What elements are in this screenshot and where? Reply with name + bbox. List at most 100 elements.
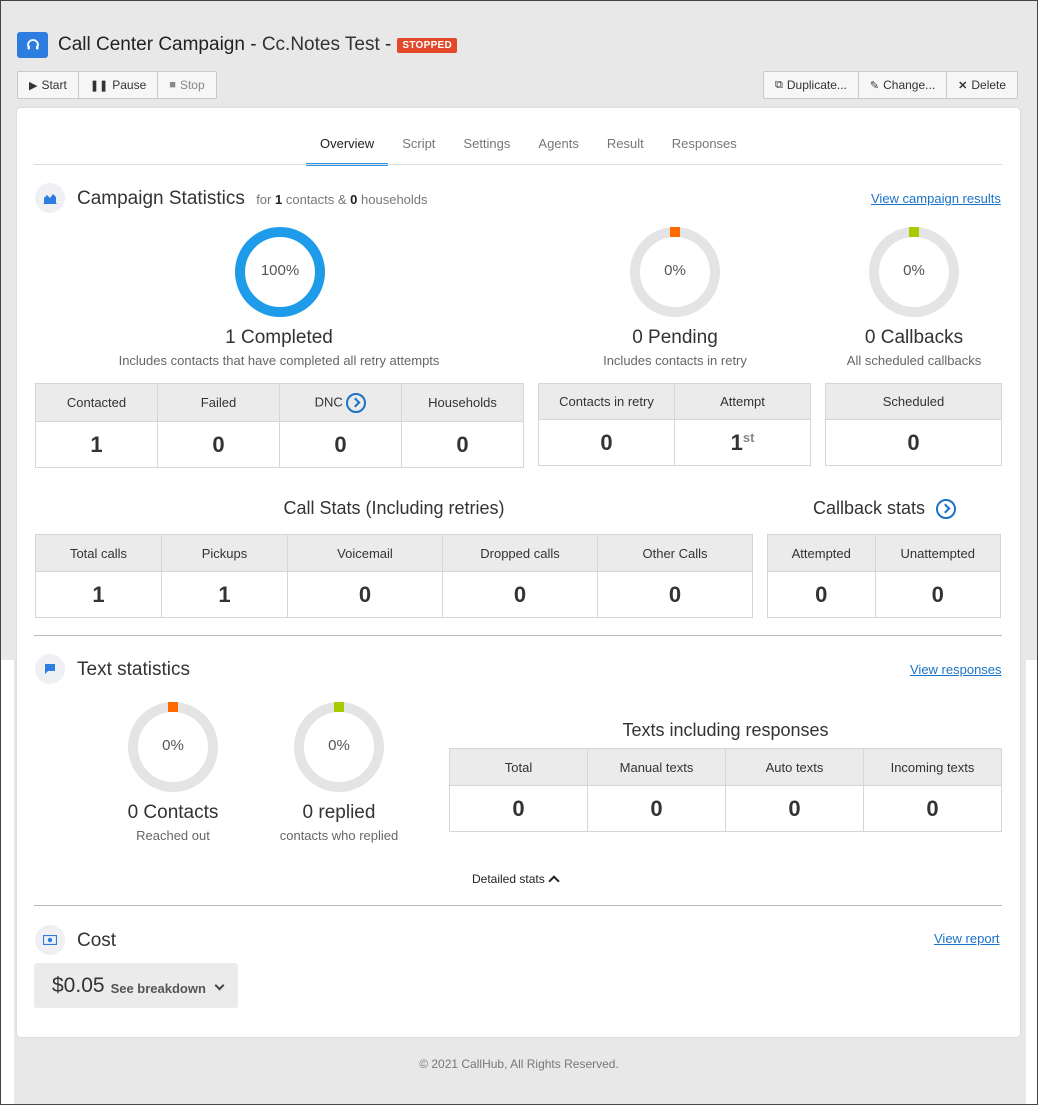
pending-desc: Includes contacts in retry [603, 353, 747, 368]
header-households: Households [401, 383, 524, 422]
page-header: Call Center Campaign - Cc.Notes Test - S… [17, 32, 458, 58]
delete-button-label: Delete [971, 78, 1007, 92]
action-button-group: ⧉ Duplicate... ✎ Change... ✕ Delete [763, 71, 1019, 99]
view-report-link[interactable]: View report [934, 931, 1000, 946]
call-stats-table: Total calls Pickups Voicemail Dropped ca… [35, 534, 753, 618]
value-dnc: 0 [279, 421, 402, 468]
households-count: 0 [350, 192, 358, 207]
tab-agents[interactable]: Agents [524, 130, 592, 166]
start-button[interactable]: ▶ Start [17, 71, 79, 99]
view-campaign-results-link[interactable]: View campaign results [871, 191, 1001, 206]
value-scheduled: 0 [825, 419, 1002, 466]
tab-result[interactable]: Result [593, 130, 658, 166]
value-failed: 0 [157, 421, 280, 468]
text-replied-percent: 0% [328, 737, 350, 754]
meta-households: households [361, 192, 428, 207]
header-contacted: Contacted [35, 383, 158, 422]
header-contacts-in-retry: Contacts in retry [538, 383, 675, 420]
value-dropped-calls: 0 [442, 571, 598, 618]
text-contacts-percent: 0% [162, 737, 184, 754]
cost-breakdown-dropdown[interactable]: $0.05 See breakdown [34, 963, 238, 1008]
header-manual-texts: Manual texts [587, 748, 726, 786]
control-button-group: ▶ Start ❚❚ Pause ■ Stop [17, 71, 217, 99]
delete-button[interactable]: ✕ Delete [947, 71, 1019, 99]
stop-icon: ■ [169, 79, 176, 91]
pending-marker [670, 227, 680, 237]
tab-divider [34, 164, 1002, 165]
header-other-calls: Other Calls [597, 534, 753, 572]
completed-percent: 100% [260, 262, 300, 279]
contact-stats-table: Contacted Failed DNC Households 1 0 0 0 [35, 383, 524, 468]
tab-script[interactable]: Script [388, 130, 449, 166]
campaign-stats-meta: for 1 contacts & 0 households [256, 192, 427, 207]
section-divider [34, 635, 1002, 636]
texts-stats-table: Total Manual texts Auto texts Incoming t… [449, 748, 1002, 832]
header-total: Total [449, 748, 588, 786]
pause-button-label: Pause [112, 78, 147, 92]
value-attempt: 1st [674, 419, 811, 466]
completed-label: 1 Completed [225, 327, 333, 348]
value-incoming-texts: 0 [863, 785, 1002, 832]
value-total-texts: 0 [449, 785, 588, 832]
chevron-right-circle-icon[interactable] [936, 499, 957, 520]
view-responses-link[interactable]: View responses [910, 662, 1002, 677]
tab-bar: Overview Script Settings Agents Result R… [306, 130, 751, 166]
pending-label: 0 Pending [632, 327, 718, 348]
edit-icon: ✎ [869, 79, 880, 92]
pending-percent: 0% [664, 262, 686, 279]
status-badge: STOPPED [397, 37, 458, 53]
duplicate-button[interactable]: ⧉ Duplicate... [763, 71, 859, 99]
meta-contacts: contacts & [285, 192, 347, 207]
callback-stats-header: Callback stats [767, 498, 1002, 520]
cost-value: $0.05 [52, 973, 105, 997]
header-attempt: Attempt [674, 383, 811, 420]
close-icon: ✕ [958, 79, 968, 92]
page-title: Call Center Campaign - Cc.Notes Test - [58, 34, 391, 56]
cost-title: Cost [77, 930, 117, 951]
stop-button[interactable]: ■ Stop [158, 71, 217, 99]
text-contacts-marker [168, 702, 178, 712]
retry-stats-table: Contacts in retry Attempt 0 1st [538, 383, 811, 466]
callbacks-desc: All scheduled callbacks [846, 353, 982, 368]
detailed-stats-toggle[interactable]: Detailed stats [472, 872, 560, 887]
copy-icon: ⧉ [775, 78, 783, 91]
header-scheduled: Scheduled [825, 383, 1002, 420]
header-attempted: Attempted [767, 534, 876, 572]
see-breakdown-label: See breakdown [110, 980, 206, 996]
play-icon: ▶ [29, 79, 38, 92]
meta-for: for [256, 192, 272, 207]
value-manual-texts: 0 [587, 785, 726, 832]
text-replied-marker [334, 702, 344, 712]
section-divider [34, 905, 1002, 906]
completed-desc: Includes contacts that have completed al… [118, 353, 440, 368]
chevron-down-icon [214, 980, 225, 991]
header-failed: Failed [157, 383, 280, 422]
footer-copyright: © 2021 CallHub, All Rights Reserved. [419, 1057, 619, 1071]
value-contacts-in-retry: 0 [538, 419, 675, 466]
stop-button-label: Stop [179, 78, 205, 92]
value-other-calls: 0 [597, 571, 753, 618]
area-chart-icon [35, 183, 65, 213]
callback-stats-table: Attempted Unattempted 0 0 [767, 534, 1001, 618]
change-button[interactable]: ✎ Change... [858, 71, 948, 99]
start-button-label: Start [41, 78, 67, 92]
text-stats-title: Text statistics [77, 659, 190, 680]
campaign-title: Call Center Campaign [58, 34, 245, 55]
duplicate-button-label: Duplicate... [786, 78, 847, 92]
contacts-count: 1 [274, 192, 283, 207]
attempt-number: 1 [730, 429, 743, 455]
pause-icon: ❚❚ [89, 79, 109, 92]
tab-overview[interactable]: Overview [306, 130, 389, 166]
tab-settings[interactable]: Settings [449, 130, 524, 166]
value-pickups: 1 [161, 571, 288, 618]
callback-stats-title: Callback stats [812, 498, 926, 518]
header-incoming-texts: Incoming texts [863, 748, 1002, 786]
header-unattempted: Unattempted [874, 534, 1001, 572]
pause-button[interactable]: ❚❚ Pause [78, 71, 159, 99]
chevron-right-circle-icon[interactable] [346, 392, 367, 413]
attempt-suffix: st [742, 429, 755, 445]
tab-responses[interactable]: Responses [658, 130, 751, 166]
text-replied-label: 0 replied [302, 802, 376, 823]
overview-card: Overview Script Settings Agents Result R… [17, 108, 1020, 1037]
value-households: 0 [401, 421, 524, 468]
